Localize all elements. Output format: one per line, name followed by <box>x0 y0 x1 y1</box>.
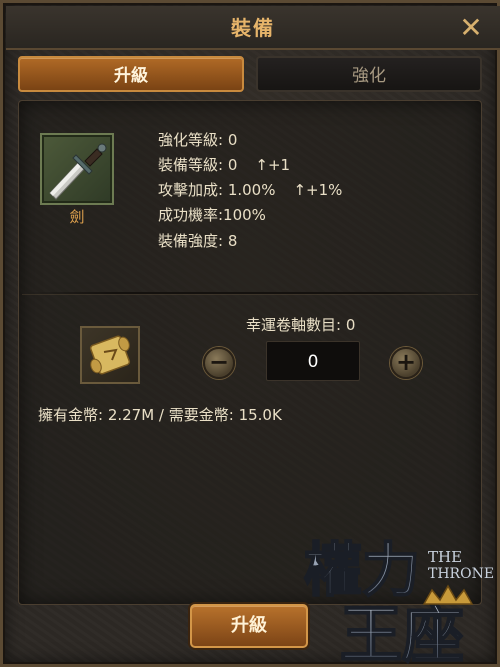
stat-attack-bonus: 攻擊加成: 1.00% ↑+1% <box>158 179 342 200</box>
plus-icon: + <box>395 348 417 376</box>
stat-attack-bonus-change: ↑+1% <box>293 181 343 199</box>
lucky-scroll-count-label: 幸運卷軸數目: 0 <box>246 316 356 334</box>
stat-equip-level-value: 裝備等級: 0 <box>158 156 238 174</box>
tab-upgrade[interactable]: 升級 <box>18 56 244 92</box>
logo-title-line2: 王座 <box>340 598 464 667</box>
logo-subtitle-the: THE <box>428 548 462 566</box>
tab-enhance[interactable]: 強化 <box>256 56 482 92</box>
increase-button[interactable]: + <box>390 347 422 379</box>
item-name: 劍 <box>69 208 85 226</box>
stat-equip-level: 裝備等級: 0 ↑+1 <box>158 154 290 175</box>
stat-attack-bonus-value: 攻擊加成: 1.00% <box>158 181 276 199</box>
game-logo: 權力 王座 THE THRONE <box>296 520 500 667</box>
lucky-scroll-quantity[interactable]: 0 <box>266 341 360 381</box>
title-bar: 裝備 ✕ <box>6 6 500 50</box>
upgrade-button[interactable]: 升級 <box>190 604 308 648</box>
sword-icon <box>49 143 107 200</box>
logo-subtitle-throne: THRONE <box>428 566 494 582</box>
stat-equip-level-change: ↑+1 <box>255 156 291 174</box>
stat-enhance-level: 強化等級: 0 <box>158 131 238 149</box>
crown-icon <box>422 584 474 605</box>
logo-title-line1: 權力 <box>304 536 420 604</box>
gold-summary: 擁有金幣: 2.27M / 需要金幣: 15.0K <box>38 406 282 424</box>
equipment-slot[interactable] <box>40 133 114 205</box>
decrease-button[interactable]: − <box>203 347 235 379</box>
close-button[interactable]: ✕ <box>456 14 486 44</box>
scroll-icon <box>89 335 131 375</box>
window-title: 裝備 <box>231 16 275 40</box>
stat-success-rate: 成功機率:100% <box>158 206 266 224</box>
close-icon: ✕ <box>459 11 483 44</box>
minus-icon: − <box>208 348 230 376</box>
lucky-scroll-slot[interactable] <box>80 326 140 384</box>
section-divider <box>22 292 478 294</box>
stat-equip-strength: 裝備強度: 8 <box>158 232 238 250</box>
